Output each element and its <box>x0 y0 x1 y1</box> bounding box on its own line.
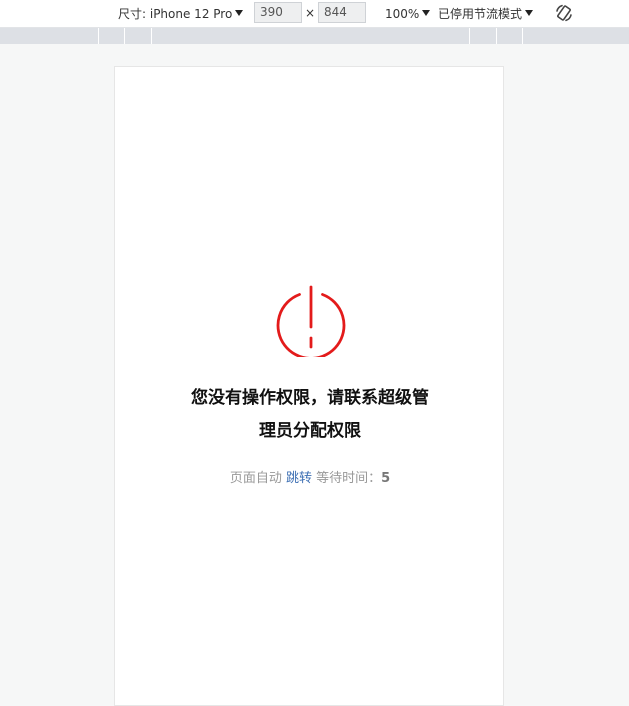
power-icon <box>276 285 346 357</box>
ruler-tick <box>469 28 470 44</box>
message-line: 您没有操作权限，请联系超级管 <box>191 388 429 408</box>
countdown-value: 5 <box>381 471 391 486</box>
ruler-tick <box>124 28 125 44</box>
no-permission-message: 您没有操作权限，请联系超级管 理员分配权限 <box>169 382 451 448</box>
times-symbol: × <box>305 6 316 20</box>
redirect-notice: 页面自动 跳转 等待时间：5 <box>115 467 505 486</box>
media-query-ruler <box>0 28 629 44</box>
chevron-down-icon <box>235 10 244 16</box>
ruler-tick <box>496 28 497 44</box>
chevron-down-icon <box>525 10 534 16</box>
zoom-label: 100% <box>385 7 420 21</box>
device-select[interactable]: 尺寸: iPhone 12 Pro <box>118 6 244 22</box>
message-line: 理员分配权限 <box>259 421 361 441</box>
zoom-select[interactable]: 100% <box>385 6 431 22</box>
redirect-prefix: 页面自动 <box>229 471 282 486</box>
ruler-tick <box>522 28 523 44</box>
device-label: 尺寸: iPhone 12 Pro <box>118 7 233 21</box>
throttle-label: 已停用节流模式 <box>438 7 523 21</box>
ruler-tick <box>98 28 99 44</box>
height-input[interactable]: 844 <box>318 2 366 23</box>
width-input[interactable]: 390 <box>254 2 302 23</box>
device-viewport: 您没有操作权限，请联系超级管 理员分配权限 页面自动 跳转 等待时间：5 <box>114 66 504 706</box>
chevron-down-icon <box>422 10 431 16</box>
throttle-select[interactable]: 已停用节流模式 <box>438 6 534 22</box>
rotate-icon[interactable] <box>554 3 574 23</box>
devtools-device-toolbar: 尺寸: iPhone 12 Pro 390 × 844 100% 已停用节流模式 <box>0 0 629 28</box>
wait-time-label: 等待时间： <box>316 471 382 486</box>
ruler-tick <box>151 28 152 44</box>
redirect-link[interactable]: 跳转 <box>286 471 312 486</box>
